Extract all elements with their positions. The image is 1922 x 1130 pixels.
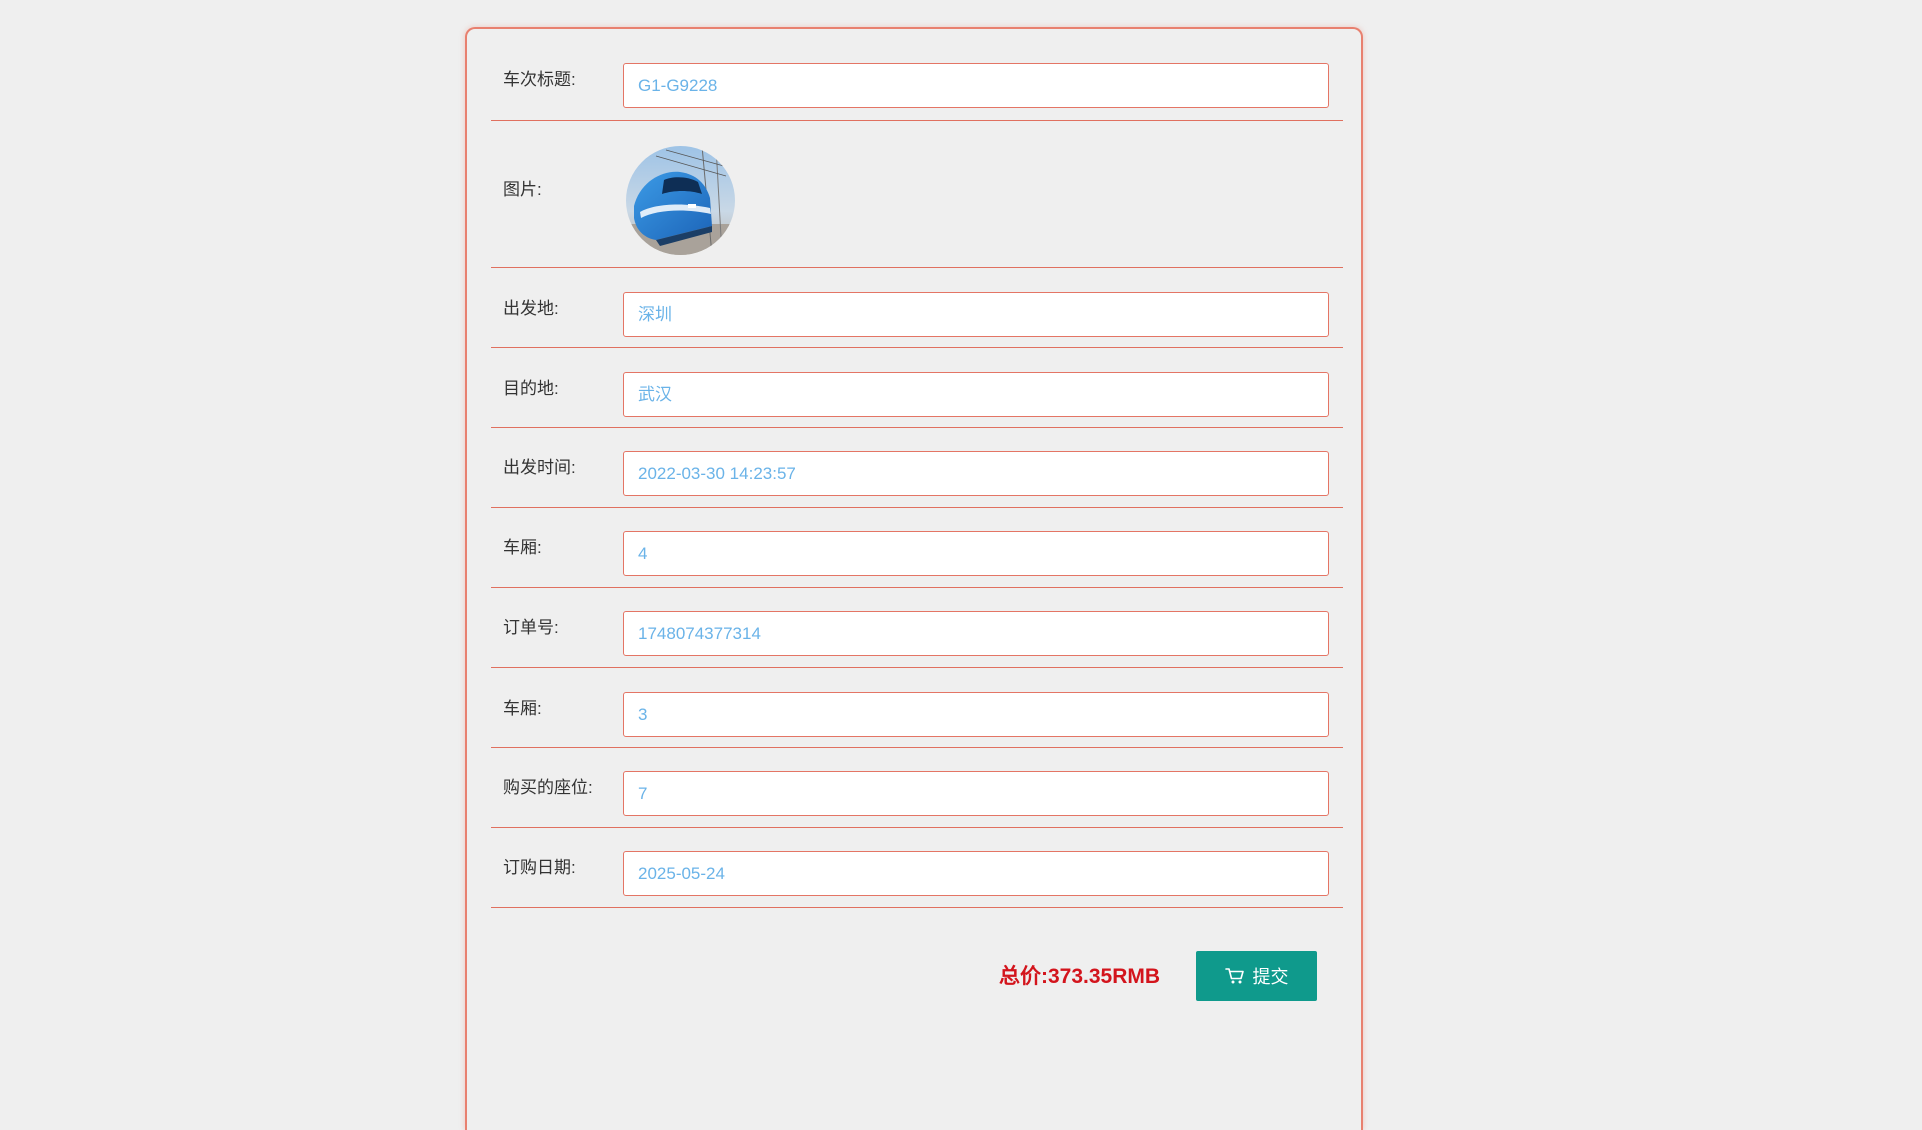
submit-label: 提交 (1252, 967, 1289, 987)
row-destination: 目的地: 武汉 (491, 348, 1343, 428)
departure-time-field[interactable]: 2022-03-30 14:23:57 (623, 451, 1329, 496)
row-image: 图片: (491, 121, 1343, 268)
carriage-label: 车厢: (503, 538, 542, 557)
order-date-field[interactable]: 2025-05-24 (623, 851, 1329, 896)
row-order-number: 订单号: 1748074377314 (491, 588, 1343, 668)
train-title-label: 车次标题: (503, 70, 576, 89)
train-title-field[interactable]: G1-G9228 (623, 63, 1329, 108)
row-train-title: 车次标题: G1-G9228 (491, 29, 1343, 121)
departure-label: 出发地: (503, 299, 559, 318)
carriage-2-field[interactable]: 3 (623, 692, 1329, 737)
destination-field[interactable]: 武汉 (623, 372, 1329, 417)
image-label: 图片: (503, 180, 542, 199)
train-photo (626, 146, 735, 255)
submit-button[interactable]: 提交 (1196, 951, 1317, 1001)
cart-icon (1224, 968, 1244, 984)
order-date-label: 订购日期: (503, 858, 576, 877)
order-number-label: 订单号: (503, 618, 559, 637)
destination-label: 目的地: (503, 379, 559, 398)
row-order-date: 订购日期: 2025-05-24 (491, 828, 1343, 908)
train-image-icon (626, 146, 735, 255)
row-departure: 出发地: 深圳 (491, 268, 1343, 348)
row-carriage: 车厢: 4 (491, 508, 1343, 588)
seat-label: 购买的座位: (503, 778, 593, 797)
carriage-field[interactable]: 4 (623, 531, 1329, 576)
row-carriage-2: 车厢: 3 (491, 668, 1343, 748)
carriage-2-label: 车厢: (503, 699, 542, 718)
row-departure-time: 出发时间: 2022-03-30 14:23:57 (491, 428, 1343, 508)
seat-field[interactable]: 7 (623, 771, 1329, 816)
departure-time-label: 出发时间: (503, 458, 576, 477)
row-seat: 购买的座位: 7 (491, 748, 1343, 828)
departure-field[interactable]: 深圳 (623, 292, 1329, 337)
order-number-field[interactable]: 1748074377314 (623, 611, 1329, 656)
total-price: 总价:373.35RMB (999, 965, 1161, 988)
